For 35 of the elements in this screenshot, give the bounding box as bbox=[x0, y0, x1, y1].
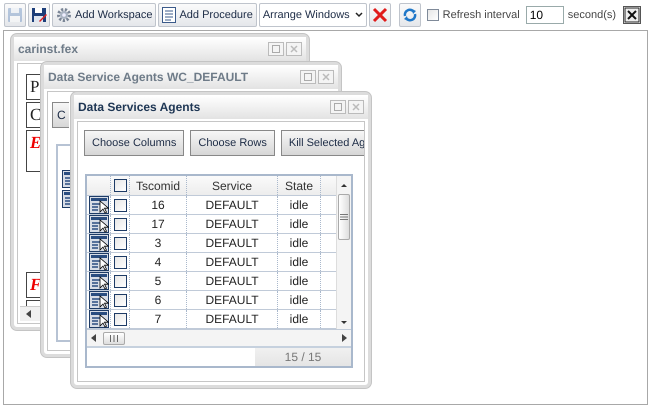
table-cell: 7 bbox=[130, 310, 187, 328]
window-title: carinst.fex bbox=[18, 42, 78, 56]
table-cell: DEFAULT bbox=[187, 291, 278, 309]
table-cell: idle bbox=[278, 253, 321, 271]
table-cell: DEFAULT bbox=[187, 196, 278, 214]
table-cell: 16 bbox=[130, 196, 187, 214]
table-cell: DEFAULT bbox=[187, 310, 278, 328]
table-cell: 4 bbox=[130, 253, 187, 271]
agents-action-button[interactable]: Choose Rows bbox=[190, 130, 275, 156]
table-cell: idle bbox=[278, 272, 321, 290]
table-cell: idle bbox=[278, 196, 321, 214]
table-cell: DEFAULT bbox=[187, 215, 278, 233]
action-button[interactable]: C bbox=[52, 102, 69, 128]
table-cell: idle bbox=[278, 310, 321, 328]
seconds-label: second(s) bbox=[568, 9, 616, 21]
table-cell: DEFAULT bbox=[187, 272, 278, 290]
interval-field[interactable]: 10 bbox=[526, 6, 564, 24]
table-cell: DEFAULT bbox=[187, 234, 278, 252]
arrange-windows-dropdown[interactable]: Arrange Windows bbox=[258, 3, 367, 27]
table-cell: 6 bbox=[130, 291, 187, 309]
table-cell: DEFAULT bbox=[187, 253, 278, 271]
table-cell: 3 bbox=[130, 234, 187, 252]
agents-action-button[interactable]: Choose Columns bbox=[84, 130, 184, 156]
add-procedure-button[interactable]: Add Procedure bbox=[158, 3, 257, 27]
column-header[interactable]: Tscomid bbox=[130, 176, 187, 195]
add-workspace-button[interactable]: Add Workspace bbox=[52, 3, 156, 27]
table-cell: 5 bbox=[130, 272, 187, 290]
column-header[interactable]: Service bbox=[187, 176, 278, 195]
table-cell: 17 bbox=[130, 215, 187, 233]
table-cell: idle bbox=[278, 234, 321, 252]
table-cell: idle bbox=[278, 291, 321, 309]
refresh-interval-label: Refresh interval bbox=[442, 9, 520, 21]
pager-count: 15 / 15 bbox=[255, 348, 351, 366]
table-cell: idle bbox=[278, 215, 321, 233]
column-header[interactable]: State bbox=[278, 176, 321, 195]
